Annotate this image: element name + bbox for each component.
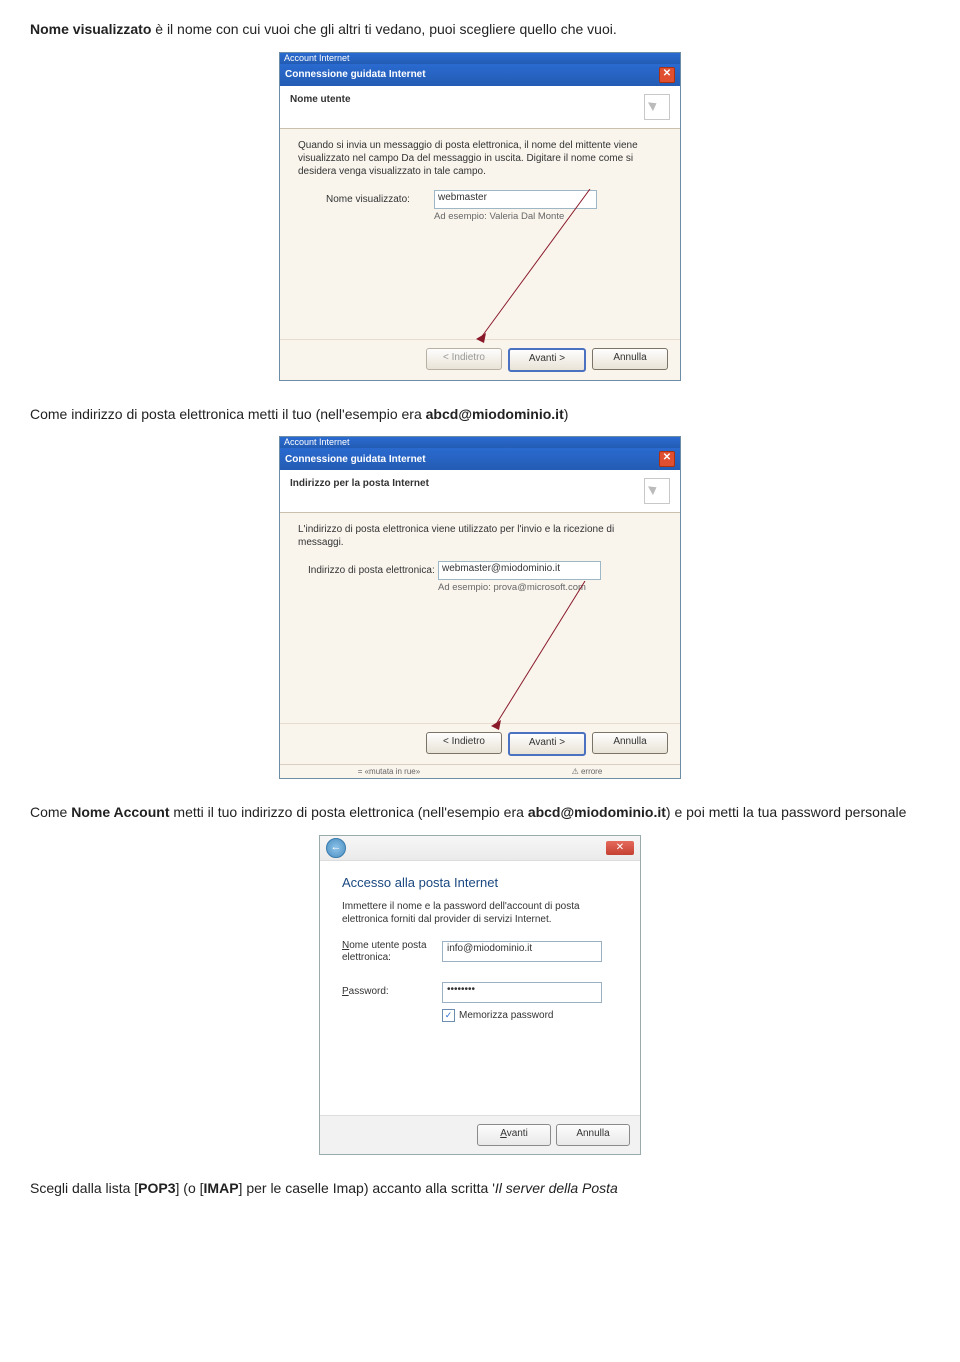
cancel-button[interactable]: Annulla bbox=[592, 732, 668, 754]
vista-content: Accesso alla posta Internet Immettere il… bbox=[320, 861, 640, 1115]
wizard1-wrap: Account Internet Connessione guidata Int… bbox=[30, 52, 930, 381]
vista-pass-row: Password: •••••••• bbox=[342, 982, 618, 1003]
wizard1-header: Nome utente bbox=[280, 86, 680, 129]
email-input[interactable]: webmaster@miodominio.it bbox=[438, 561, 601, 580]
vista-description: Immettere il nome e la password dell'acc… bbox=[342, 900, 618, 926]
wizard1-footer: < Indietro Avanti > Annulla bbox=[280, 339, 680, 380]
wizard1-title: Connessione guidata Internet bbox=[285, 69, 426, 80]
back-icon[interactable]: ← bbox=[326, 838, 346, 858]
cursor-icon bbox=[644, 94, 670, 120]
password-input[interactable]: •••••••• bbox=[442, 982, 602, 1003]
wizard2-body: L'indirizzo di posta elettronica viene u… bbox=[280, 513, 680, 723]
wizard2-footer: < Indietro Avanti > Annulla bbox=[280, 723, 680, 764]
cursor-icon bbox=[644, 478, 670, 504]
wizard2-input-label: Indirizzo di posta elettronica: bbox=[308, 565, 438, 576]
vista-user-label: Nome utente posta elettronica: bbox=[342, 940, 442, 964]
bold-term: Nome visualizzato bbox=[30, 21, 151, 37]
username-input[interactable]: info@miodominio.it bbox=[442, 941, 602, 962]
next-button[interactable]: Avanti bbox=[477, 1124, 551, 1146]
close-icon[interactable]: ✕ bbox=[659, 67, 675, 83]
remember-password-label: Memorizza password bbox=[459, 1010, 554, 1021]
close-icon[interactable]: ✕ bbox=[606, 841, 634, 855]
wizard2-description: L'indirizzo di posta elettronica viene u… bbox=[298, 523, 662, 549]
wizard2-dialog: Account Internet Connessione guidata Int… bbox=[279, 436, 681, 779]
wizard2-header: Indirizzo per la posta Internet bbox=[280, 470, 680, 513]
wizard1-description: Quando si invia un messaggio di posta el… bbox=[298, 139, 662, 178]
display-name-input[interactable]: webmaster bbox=[434, 190, 597, 209]
wizard1-body: Quando si invia un messaggio di posta el… bbox=[280, 129, 680, 339]
wizard2-title: Connessione guidata Internet bbox=[285, 454, 426, 465]
wizard1-dialog: Account Internet Connessione guidata Int… bbox=[279, 52, 681, 381]
wizard2-titlebar: Connessione guidata Internet ✕ bbox=[280, 448, 680, 470]
wizard2-form-row: Indirizzo di posta elettronica: webmaste… bbox=[308, 561, 662, 580]
back-button[interactable]: < Indietro bbox=[426, 732, 502, 754]
back-button: < Indietro bbox=[426, 348, 502, 370]
intro-paragraph-2: Come indirizzo di posta elettronica mett… bbox=[30, 405, 930, 425]
intro-paragraph-1: Nome visualizzato è il nome con cui vuoi… bbox=[30, 20, 930, 40]
wizard2-header-title: Indirizzo per la posta Internet bbox=[290, 478, 429, 489]
next-button[interactable]: Avanti > bbox=[508, 732, 586, 756]
cancel-button[interactable]: Annulla bbox=[556, 1124, 630, 1146]
vista-pass-label: Password: bbox=[342, 986, 442, 998]
wizard1-titlebar: Connessione guidata Internet ✕ bbox=[280, 64, 680, 86]
vista-dialog: ← ✕ Accesso alla posta Internet Immetter… bbox=[319, 835, 641, 1155]
vista-section-title: Accesso alla posta Internet bbox=[342, 875, 618, 890]
vista-wrap: ← ✕ Accesso alla posta Internet Immetter… bbox=[30, 835, 930, 1155]
intro-paragraph-4: Scegli dalla lista [POP3] (o [IMAP] per … bbox=[30, 1179, 930, 1199]
remember-password-checkbox[interactable]: ✓ bbox=[442, 1009, 455, 1022]
vista-user-row: Nome utente posta elettronica: info@miod… bbox=[342, 940, 618, 964]
wizard2-example: Ad esempio: prova@microsoft.com bbox=[438, 582, 662, 593]
close-icon[interactable]: ✕ bbox=[659, 451, 675, 467]
remember-password-row: ✓ Memorizza password bbox=[442, 1009, 618, 1022]
wizard1-parent-title: Account Internet bbox=[280, 53, 680, 64]
wizard1-input-label: Nome visualizzato: bbox=[326, 194, 434, 205]
vista-top: ← ✕ bbox=[320, 836, 640, 861]
wizard2-parent-title: Account Internet bbox=[280, 437, 680, 448]
vista-footer: Avanti Annulla bbox=[320, 1115, 640, 1154]
next-button[interactable]: Avanti > bbox=[508, 348, 586, 372]
wizard1-header-title: Nome utente bbox=[290, 94, 351, 105]
wizard2-status-hint: = «mutata in rue» ⚠ errore bbox=[280, 764, 680, 778]
cancel-button[interactable]: Annulla bbox=[592, 348, 668, 370]
wizard1-example: Ad esempio: Valeria Dal Monte bbox=[434, 211, 662, 222]
wizard1-form-row: Nome visualizzato: webmaster bbox=[326, 190, 662, 209]
intro-paragraph-3: Come Nome Account metti il tuo indirizzo… bbox=[30, 803, 930, 823]
arrow-annotation bbox=[485, 581, 595, 731]
wizard2-wrap: Account Internet Connessione guidata Int… bbox=[30, 436, 930, 779]
